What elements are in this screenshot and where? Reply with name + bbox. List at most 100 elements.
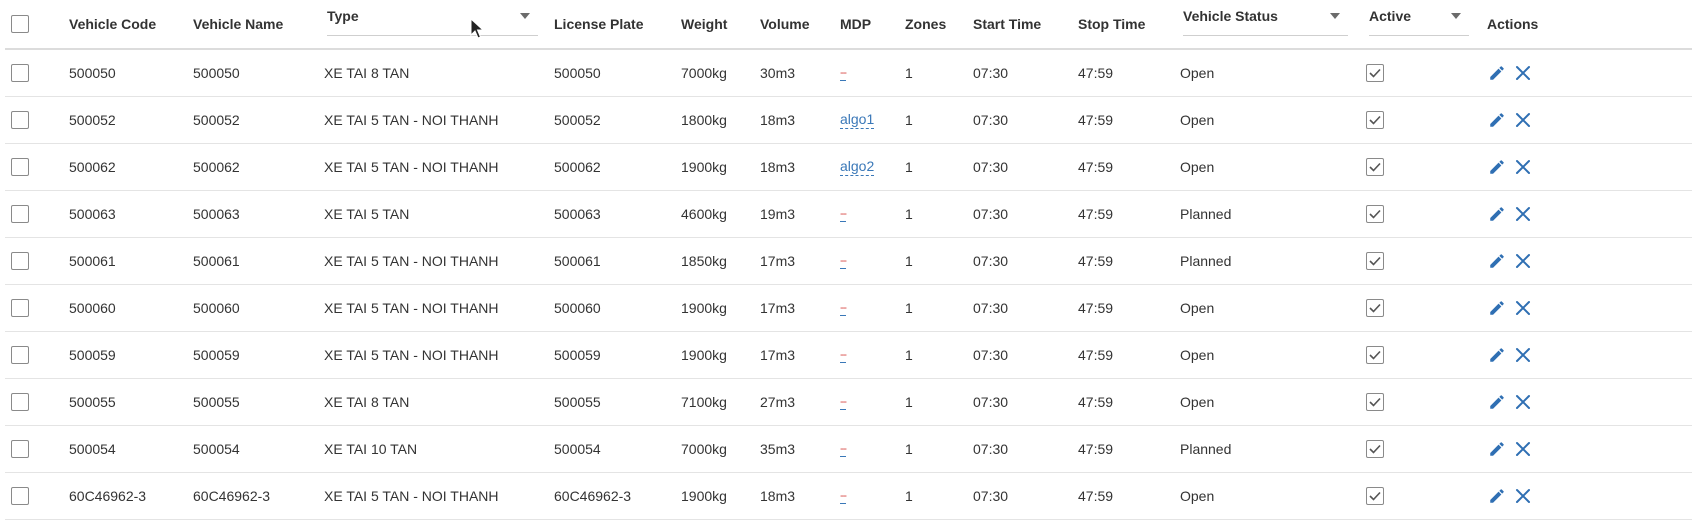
- volume-cell: 18m3: [760, 159, 796, 175]
- row-select-checkbox[interactable]: [11, 111, 29, 129]
- active-checkbox[interactable]: [1366, 205, 1384, 223]
- close-icon: [1516, 395, 1530, 409]
- mdp-link[interactable]: algo1: [840, 111, 875, 129]
- mdp-cell: --: [840, 332, 847, 378]
- check-icon: [1369, 68, 1381, 78]
- edit-button[interactable]: [1487, 63, 1507, 83]
- edit-button[interactable]: [1487, 298, 1507, 318]
- license-plate-cell: 500063: [554, 206, 601, 222]
- edit-button[interactable]: [1487, 439, 1507, 459]
- start-time-cell: 07:30: [973, 441, 1009, 457]
- active-checkbox[interactable]: [1366, 64, 1384, 82]
- header-weight[interactable]: Weight: [681, 0, 727, 48]
- start-time-cell: 07:30: [973, 347, 1009, 363]
- mdp-link[interactable]: --: [840, 347, 847, 363]
- vehicle-status-cell: Open: [1180, 112, 1215, 128]
- edit-button[interactable]: [1487, 204, 1507, 224]
- active-checkbox[interactable]: [1366, 346, 1384, 364]
- edit-button[interactable]: [1487, 110, 1507, 130]
- weight-cell: 7100kg: [681, 394, 727, 410]
- edit-button[interactable]: [1487, 157, 1507, 177]
- header-zones[interactable]: Zones: [905, 0, 946, 48]
- row-select-checkbox[interactable]: [11, 299, 29, 317]
- delete-button[interactable]: [1513, 204, 1533, 224]
- mdp-cell: algo2: [840, 144, 875, 190]
- volume-cell: 18m3: [760, 112, 796, 128]
- pencil-icon: [1490, 66, 1504, 80]
- active-checkbox[interactable]: [1366, 299, 1384, 317]
- weight-cell: 1900kg: [681, 488, 727, 504]
- header-start-time[interactable]: Start Time: [973, 0, 1041, 48]
- table-row[interactable]: 500055 500055 XE TAI 8 TAN 500055 7100kg 27m3…: [5, 379, 1692, 426]
- check-icon: [1369, 256, 1381, 266]
- row-select-checkbox[interactable]: [11, 346, 29, 364]
- edit-button[interactable]: [1487, 345, 1507, 365]
- row-select-checkbox[interactable]: [11, 158, 29, 176]
- mdp-link[interactable]: algo2: [840, 158, 875, 176]
- table-row[interactable]: 500063 500063 XE TAI 5 TAN 500063 4600kg 19m3…: [5, 191, 1692, 238]
- delete-button[interactable]: [1513, 298, 1533, 318]
- start-time-cell: 07:30: [973, 206, 1009, 222]
- delete-button[interactable]: [1513, 439, 1533, 459]
- active-filter[interactable]: Active: [1369, 0, 1469, 36]
- active-checkbox[interactable]: [1366, 111, 1384, 129]
- row-select-checkbox[interactable]: [11, 393, 29, 411]
- vehicle-name-cell: 500060: [193, 300, 240, 316]
- mdp-link[interactable]: --: [840, 488, 847, 504]
- mdp-link[interactable]: --: [840, 394, 847, 410]
- row-select-cell: [11, 191, 29, 237]
- edit-button[interactable]: [1487, 251, 1507, 271]
- row-select-checkbox[interactable]: [11, 440, 29, 458]
- table-row[interactable]: 500050 500050 XE TAI 8 TAN 500050 7000kg 30m3…: [5, 50, 1692, 97]
- mdp-cell: algo1: [840, 97, 875, 143]
- table-row[interactable]: 500054 500054 XE TAI 10 TAN 500054 7000kg 35m…: [5, 426, 1692, 473]
- active-checkbox[interactable]: [1366, 158, 1384, 176]
- table-row[interactable]: 500061 500061 XE TAI 5 TAN - NOI THANH 5000…: [5, 238, 1692, 285]
- delete-button[interactable]: [1513, 345, 1533, 365]
- active-checkbox[interactable]: [1366, 252, 1384, 270]
- header-license-plate[interactable]: License Plate: [554, 0, 644, 48]
- mdp-link[interactable]: --: [840, 253, 847, 269]
- edit-button[interactable]: [1487, 392, 1507, 412]
- vehicle-status-filter[interactable]: Vehicle Status: [1183, 0, 1348, 36]
- header-mdp[interactable]: MDP: [840, 0, 871, 48]
- row-select-checkbox[interactable]: [11, 64, 29, 82]
- vehicle-code-cell: 500062: [69, 159, 116, 175]
- table-row[interactable]: 500062 500062 XE TAI 5 TAN - NOI THANH 5000…: [5, 144, 1692, 191]
- zones-cell: 1: [905, 253, 913, 269]
- header-vehicle-code[interactable]: Vehicle Code: [69, 0, 156, 48]
- active-checkbox[interactable]: [1366, 393, 1384, 411]
- type-cell: XE TAI 8 TAN: [324, 394, 410, 410]
- weight-cell: 7000kg: [681, 65, 727, 81]
- actions-cell: [1487, 50, 1533, 96]
- header-vehicle-name[interactable]: Vehicle Name: [193, 0, 283, 48]
- delete-button[interactable]: [1513, 63, 1533, 83]
- active-checkbox[interactable]: [1366, 487, 1384, 505]
- check-icon: [1369, 444, 1381, 454]
- row-select-checkbox[interactable]: [11, 252, 29, 270]
- edit-button[interactable]: [1487, 486, 1507, 506]
- delete-button[interactable]: [1513, 486, 1533, 506]
- row-select-checkbox[interactable]: [11, 487, 29, 505]
- row-select-cell: [11, 332, 29, 378]
- table-row[interactable]: 500059 500059 XE TAI 5 TAN - NOI THANH 5000…: [5, 332, 1692, 379]
- row-select-checkbox[interactable]: [11, 205, 29, 223]
- delete-button[interactable]: [1513, 110, 1533, 130]
- delete-button[interactable]: [1513, 392, 1533, 412]
- type-filter[interactable]: Type: [327, 0, 538, 36]
- mdp-link[interactable]: --: [840, 65, 847, 81]
- table-row[interactable]: 500052 500052 XE TAI 5 TAN - NOI THANH 5000…: [5, 97, 1692, 144]
- delete-button[interactable]: [1513, 157, 1533, 177]
- select-all-checkbox[interactable]: [11, 15, 29, 33]
- active-cell: [1366, 426, 1384, 472]
- delete-button[interactable]: [1513, 251, 1533, 271]
- table-row[interactable]: 60C46962-3 60C46962-3 XE TAI 5 TAN - NOI T…: [5, 473, 1692, 520]
- pencil-icon: [1490, 160, 1504, 174]
- mdp-link[interactable]: --: [840, 441, 847, 457]
- mdp-link[interactable]: --: [840, 206, 847, 222]
- header-volume[interactable]: Volume: [760, 0, 810, 48]
- table-row[interactable]: 500060 500060 XE TAI 5 TAN - NOI THANH 5000…: [5, 285, 1692, 332]
- header-stop-time[interactable]: Stop Time: [1078, 0, 1145, 48]
- active-checkbox[interactable]: [1366, 440, 1384, 458]
- mdp-link[interactable]: --: [840, 300, 847, 316]
